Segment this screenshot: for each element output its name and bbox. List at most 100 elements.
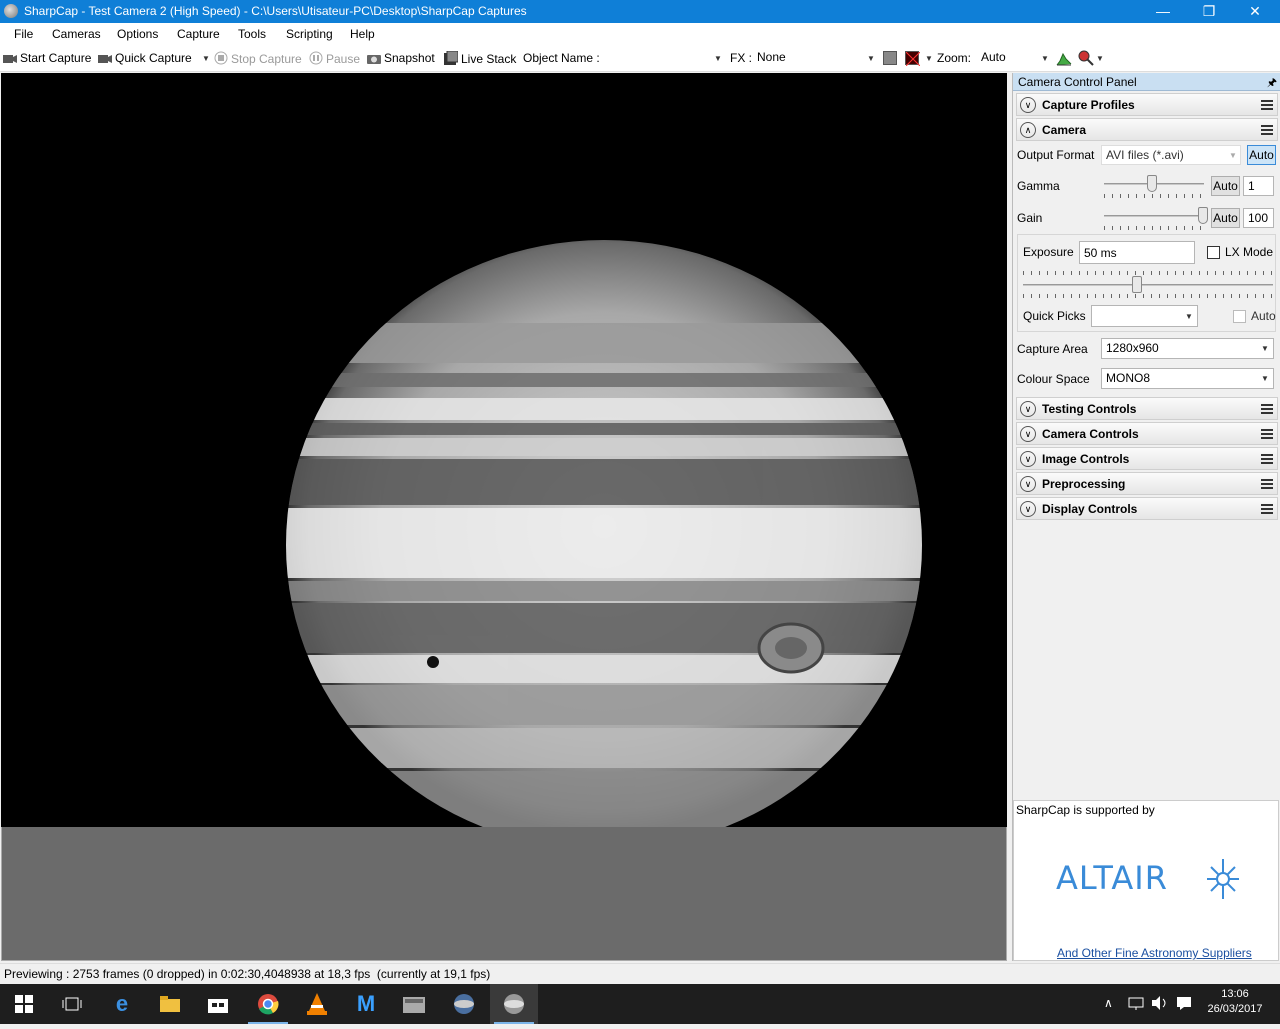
menu-help[interactable]: Help bbox=[350, 27, 375, 41]
zoom-select[interactable]: Auto bbox=[978, 50, 1050, 67]
menu-capture[interactable]: Capture bbox=[177, 27, 220, 41]
section-capture-profiles[interactable]: ∨ Capture Profiles bbox=[1016, 93, 1278, 116]
sharpcap-running-icon[interactable] bbox=[490, 984, 538, 1024]
quick-picks-select[interactable] bbox=[1091, 305, 1198, 327]
chevron-down-icon: ▼ bbox=[1229, 151, 1237, 160]
quick-capture-button[interactable]: Quick Capture bbox=[98, 51, 192, 67]
gain-slider-track[interactable] bbox=[1104, 215, 1204, 217]
minimize-button[interactable]: — bbox=[1140, 0, 1186, 23]
reticle-dropdown-icon[interactable]: ▼ bbox=[925, 54, 933, 63]
stop-icon bbox=[214, 51, 228, 68]
pause-button[interactable]: Pause bbox=[309, 51, 360, 68]
vlc-icon[interactable] bbox=[293, 984, 341, 1024]
quick-capture-dropdown-icon[interactable]: ▼ bbox=[202, 54, 210, 63]
menu-scripting[interactable]: Scripting bbox=[286, 27, 333, 41]
gain-slider-thumb[interactable] bbox=[1198, 207, 1208, 224]
notifications-icon[interactable] bbox=[1176, 995, 1192, 1014]
gamma-value-input[interactable]: 1 bbox=[1243, 176, 1274, 196]
capture-area-select[interactable]: 1280x960 bbox=[1101, 338, 1274, 359]
magnify-dropdown-icon[interactable]: ▼ bbox=[1096, 54, 1104, 63]
reticle-icon[interactable] bbox=[905, 51, 921, 67]
network-icon[interactable] bbox=[1128, 995, 1144, 1014]
chrome-icon[interactable] bbox=[244, 984, 292, 1024]
store-icon[interactable] bbox=[194, 984, 242, 1024]
exposure-ticks-bottom bbox=[1023, 294, 1273, 298]
lx-mode-checkbox[interactable] bbox=[1207, 246, 1220, 259]
gamma-auto-button[interactable]: Auto bbox=[1211, 176, 1240, 196]
exposure-slider-track[interactable] bbox=[1023, 284, 1273, 286]
pin-icon[interactable]: 🖈 bbox=[1267, 74, 1277, 93]
close-button[interactable]: ✕ bbox=[1232, 0, 1278, 23]
chevron-up-icon[interactable]: ∧ bbox=[1020, 122, 1036, 138]
output-format-auto-button[interactable]: Auto bbox=[1247, 145, 1276, 165]
output-format-select[interactable]: AVI files (*.avi) bbox=[1101, 145, 1241, 165]
menu-cameras[interactable]: Cameras bbox=[52, 27, 101, 41]
section-testing-controls[interactable]: ∨ Testing Controls bbox=[1016, 397, 1278, 420]
section-camera[interactable]: ∧ Camera bbox=[1016, 118, 1278, 141]
section-camera-controls[interactable]: ∨ Camera Controls bbox=[1016, 422, 1278, 445]
volume-icon[interactable] bbox=[1151, 995, 1169, 1014]
panel-title: Camera Control Panel bbox=[1018, 75, 1137, 89]
live-stack-button[interactable]: Live Stack bbox=[444, 50, 517, 68]
live-stack-icon bbox=[444, 50, 459, 68]
snapshot-button[interactable]: Snapshot bbox=[367, 51, 435, 67]
gain-ticks bbox=[1104, 226, 1204, 230]
chevron-down-icon[interactable]: ∨ bbox=[1020, 97, 1036, 113]
object-name-combo[interactable] bbox=[605, 50, 723, 67]
chevron-down-icon[interactable]: ∨ bbox=[1020, 451, 1036, 467]
edge-icon[interactable]: e bbox=[98, 984, 146, 1024]
object-name-label: Object Name : bbox=[523, 51, 600, 65]
camera-icon bbox=[3, 53, 17, 67]
show-hidden-icons[interactable]: ∧ bbox=[1104, 996, 1113, 1010]
task-view-icon[interactable] bbox=[48, 984, 96, 1024]
start-capture-button[interactable]: Start Capture bbox=[3, 51, 91, 67]
gain-auto-button[interactable]: Auto bbox=[1211, 208, 1240, 228]
sponsor-link[interactable]: And Other Fine Astronomy Suppliers bbox=[1057, 946, 1252, 960]
exposure-slider-thumb[interactable] bbox=[1132, 276, 1142, 293]
clock[interactable]: 13:06 26/03/2017 bbox=[1200, 988, 1270, 1015]
chevron-down-icon: ▼ bbox=[1041, 54, 1049, 63]
output-format-label: Output Format bbox=[1017, 148, 1095, 162]
sponsor-text: SharpCap is supported by bbox=[1016, 803, 1155, 817]
restore-button[interactable]: ❐ bbox=[1186, 0, 1232, 23]
quick-picks-auto-checkbox[interactable] bbox=[1233, 310, 1246, 323]
chevron-down-icon[interactable]: ∨ bbox=[1020, 501, 1036, 517]
hamburger-menu-icon[interactable] bbox=[1261, 504, 1273, 514]
malwarebytes-icon[interactable]: M bbox=[342, 984, 390, 1024]
hamburger-menu-icon[interactable] bbox=[1261, 479, 1273, 489]
hamburger-menu-icon[interactable] bbox=[1261, 454, 1273, 464]
menu-tools[interactable]: Tools bbox=[238, 27, 266, 41]
gamma-label: Gamma bbox=[1017, 179, 1060, 193]
menu-options[interactable]: Options bbox=[117, 27, 158, 41]
chevron-down-icon[interactable]: ∨ bbox=[1020, 426, 1036, 442]
section-image-controls[interactable]: ∨ Image Controls bbox=[1016, 447, 1278, 470]
chevron-down-icon[interactable]: ∨ bbox=[1020, 401, 1036, 417]
exposure-input[interactable]: 50 ms bbox=[1079, 241, 1195, 264]
hamburger-menu-icon[interactable] bbox=[1261, 100, 1273, 110]
fx-select[interactable]: None bbox=[754, 50, 876, 67]
chevron-down-icon[interactable]: ∨ bbox=[1020, 476, 1036, 492]
colour-space-select[interactable]: MONO8 bbox=[1101, 368, 1274, 389]
hamburger-menu-icon[interactable] bbox=[1261, 404, 1273, 414]
sharpcap-icon[interactable] bbox=[440, 984, 488, 1024]
section-label: Image Controls bbox=[1042, 452, 1130, 466]
section-label: Testing Controls bbox=[1042, 402, 1137, 416]
hamburger-menu-icon[interactable] bbox=[1261, 429, 1273, 439]
taskbar: e M ∧ 13:06 26/03/2017 bbox=[0, 984, 1280, 1024]
section-display-controls[interactable]: ∨ Display Controls bbox=[1016, 497, 1278, 520]
section-preprocessing[interactable]: ∨ Preprocessing bbox=[1016, 472, 1278, 495]
zoom-label: Zoom: bbox=[937, 51, 972, 65]
gain-value-input[interactable]: 100 bbox=[1243, 208, 1274, 228]
histogram-icon[interactable] bbox=[1056, 50, 1072, 69]
stop-capture-button[interactable]: Stop Capture bbox=[214, 51, 302, 68]
magnify-icon[interactable] bbox=[1078, 50, 1094, 69]
gamma-slider-thumb[interactable] bbox=[1147, 175, 1157, 192]
histogram-toggle-icon[interactable] bbox=[883, 51, 897, 65]
start-button[interactable] bbox=[0, 984, 48, 1024]
menu-file[interactable]: File bbox=[14, 27, 33, 41]
live-stack-label: Live Stack bbox=[461, 52, 517, 66]
hamburger-menu-icon[interactable] bbox=[1261, 125, 1273, 135]
app-icon[interactable] bbox=[390, 984, 438, 1024]
file-explorer-icon[interactable] bbox=[146, 984, 194, 1024]
snapshot-label: Snapshot bbox=[384, 51, 435, 65]
